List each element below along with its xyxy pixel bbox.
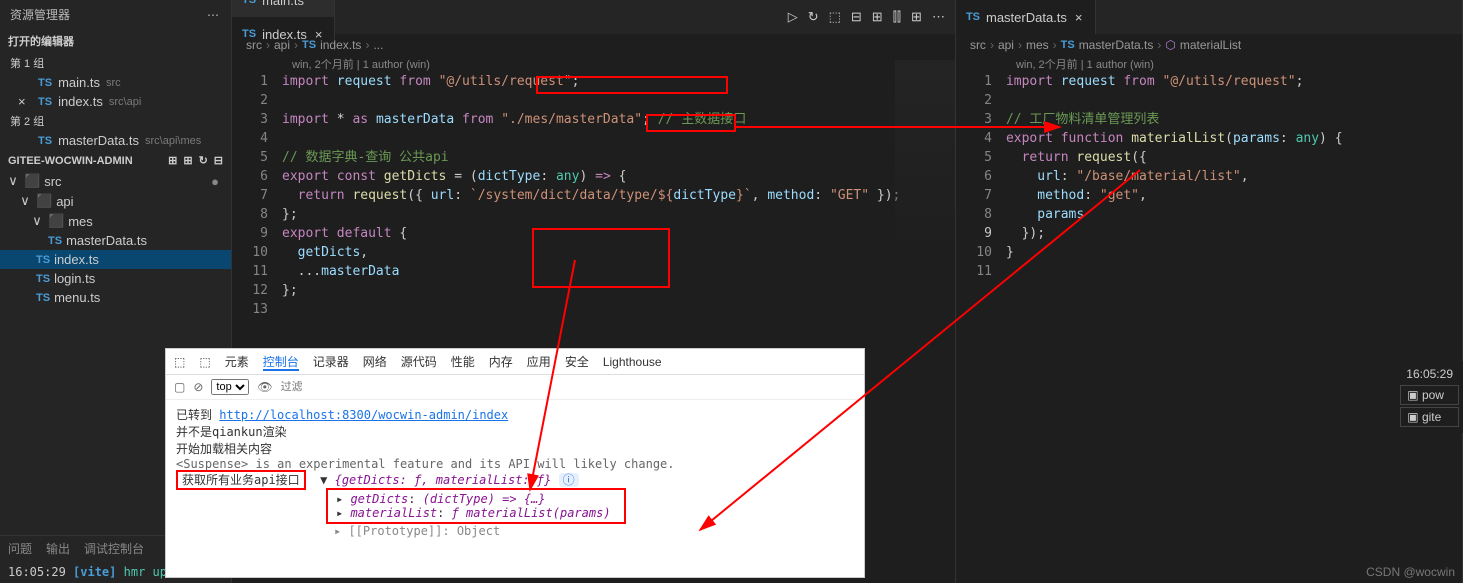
devtools-tab[interactable]: 源代码 — [401, 355, 437, 369]
right-terminal-list: 16:05:29 ▣ pow ▣ gite — [1396, 361, 1463, 433]
nav-link[interactable]: http://localhost:8300/wocwin-admin/index — [219, 408, 508, 422]
open-file-row[interactable]: ×TSindex.tssrc\api — [0, 92, 231, 111]
tree-file-login[interactable]: TSlogin.ts — [0, 269, 231, 288]
project-header[interactable]: GITEE-WOCWIN-ADMIN ⊞ ⊞ ↻ ⊟ — [0, 150, 231, 171]
breadcrumb[interactable]: src› api› mes› TSmasterData.ts› ⬡materia… — [956, 34, 1462, 56]
tree-file-masterdata[interactable]: TSmasterData.ts — [0, 231, 231, 250]
run-control-icon[interactable]: ↻ — [808, 9, 819, 25]
refresh-icon[interactable]: ↻ — [199, 154, 208, 167]
ts-icon: TS — [966, 11, 980, 23]
tab-bar: TSmasterData.ts× — [956, 0, 1462, 34]
console-output[interactable]: 已转到 http://localhost:8300/wocwin-admin/i… — [166, 400, 864, 544]
terminal-item[interactable]: ▣ pow — [1400, 385, 1459, 405]
code-editor[interactable]: 1import request from "@/utils/request";2… — [956, 72, 1462, 281]
codelens[interactable]: win, 2个月前 | 1 author (win) — [232, 56, 955, 72]
devtools-tab[interactable]: 应用 — [527, 355, 551, 369]
run-control-icon[interactable]: ⋯ — [932, 9, 945, 25]
api-label: 获取所有业务api接口 — [176, 470, 306, 490]
devtools-tab[interactable]: 控制台 — [263, 355, 299, 371]
new-file-icon[interactable]: ⊞ — [168, 154, 177, 167]
group-2-label: 第 2 组 — [0, 111, 231, 131]
collapse-icon[interactable]: ⊟ — [214, 154, 223, 167]
tab-output[interactable]: 输出 — [46, 540, 70, 557]
project-name: GITEE-WOCWIN-ADMIN — [8, 155, 133, 167]
run-control-icon[interactable]: ⬚ — [829, 9, 841, 25]
run-control-icon[interactable]: ⊞ — [872, 9, 883, 25]
devtools-tab[interactable]: 性能 — [451, 355, 475, 369]
eye-icon[interactable]: 👁 — [257, 380, 272, 394]
tab-bar: TSmain.tsTSindex.ts× ▷↻⬚⊟⊞⫿⫿⊞⋯ — [232, 0, 955, 34]
devtools-tab[interactable]: Lighthouse — [603, 355, 662, 369]
open-file-row[interactable]: TSmasterData.tssrc\api\mes — [0, 131, 231, 150]
group-1-label: 第 1 组 — [0, 53, 231, 73]
close-icon[interactable]: × — [1073, 10, 1085, 25]
devtools-tab[interactable]: 内存 — [489, 355, 513, 369]
more-icon[interactable]: ⋯ — [207, 8, 221, 22]
open-file-row[interactable]: TSmain.tssrc — [0, 73, 231, 92]
tree-file-index[interactable]: TSindex.ts — [0, 250, 231, 269]
devtools-tab[interactable]: 安全 — [565, 355, 589, 369]
ts-icon: TS — [38, 96, 52, 108]
sidebar-toggle-icon[interactable]: ▢ — [174, 380, 185, 394]
run-control-icon[interactable]: ▷ — [788, 9, 798, 25]
context-select[interactable]: top — [211, 379, 249, 395]
run-control-icon[interactable]: ⊟ — [851, 9, 862, 25]
tab-debug-console[interactable]: 调试控制台 — [84, 540, 144, 557]
inspect-icon[interactable]: ⬚ — [174, 355, 185, 369]
tree-folder-api[interactable]: ∨⬛api — [0, 191, 231, 211]
open-editors-label[interactable]: 打开的编辑器 — [0, 29, 231, 53]
ts-icon: TS — [242, 0, 256, 6]
filter-input[interactable] — [281, 381, 341, 393]
watermark: CSDN @wocwin — [1366, 565, 1455, 579]
tree-file-menu[interactable]: TSmenu.ts — [0, 288, 231, 307]
device-icon[interactable]: ⬚ — [199, 355, 210, 369]
code-editor[interactable]: 1import request from "@/utils/request";2… — [232, 72, 955, 319]
run-control-icon[interactable]: ⫿⫿ — [893, 9, 901, 25]
run-controls: ▷ ↻ ⬚ ⊟ ⊞ ⫿⫿ ⊞ ⋯ — [778, 9, 955, 25]
tree-folder-mes[interactable]: ∨⬛mes — [0, 211, 231, 231]
ts-icon: TS — [38, 135, 52, 147]
tab-problems[interactable]: 问题 — [8, 540, 32, 557]
explorer-title: 资源管理器 — [10, 6, 70, 23]
editor-pane-right: TSmasterData.ts× src› api› mes› TSmaster… — [956, 0, 1463, 583]
devtools-tabs: ⬚ ⬚ 元素控制台记录器网络源代码性能内存应用安全 Lighthouse — [166, 349, 864, 375]
minimap[interactable] — [895, 60, 955, 260]
info-icon[interactable]: ⓘ — [559, 473, 579, 487]
new-folder-icon[interactable]: ⊞ — [183, 154, 192, 167]
devtools-tab[interactable]: 元素 — [225, 355, 249, 369]
devtools-tab[interactable]: 网络 — [363, 355, 387, 369]
editor-tab[interactable]: TSmasterData.ts× — [956, 0, 1096, 34]
clear-icon[interactable]: ⊘ — [193, 380, 203, 394]
breadcrumb[interactable]: src› api› TSindex.ts› ... — [232, 34, 955, 56]
console-toolbar: ▢ ⊘ top 👁 — [166, 375, 864, 400]
close-icon[interactable]: × — [18, 94, 32, 109]
devtools-panel: ⬚ ⬚ 元素控制台记录器网络源代码性能内存应用安全 Lighthouse ▢ ⊘ … — [165, 348, 865, 578]
devtools-tab[interactable]: 记录器 — [313, 355, 349, 369]
file-tree: ∨⬛src● ∨⬛api ∨⬛mes TSmasterData.ts TSind… — [0, 171, 231, 307]
ts-icon: TS — [38, 77, 52, 89]
codelens[interactable]: win, 2个月前 | 1 author (win) — [956, 56, 1462, 72]
run-control-icon[interactable]: ⊞ — [911, 9, 922, 25]
tree-folder-src[interactable]: ∨⬛src● — [0, 171, 231, 191]
terminal-item[interactable]: ▣ gite — [1400, 407, 1459, 427]
editor-tab[interactable]: TSmain.ts — [232, 0, 335, 17]
